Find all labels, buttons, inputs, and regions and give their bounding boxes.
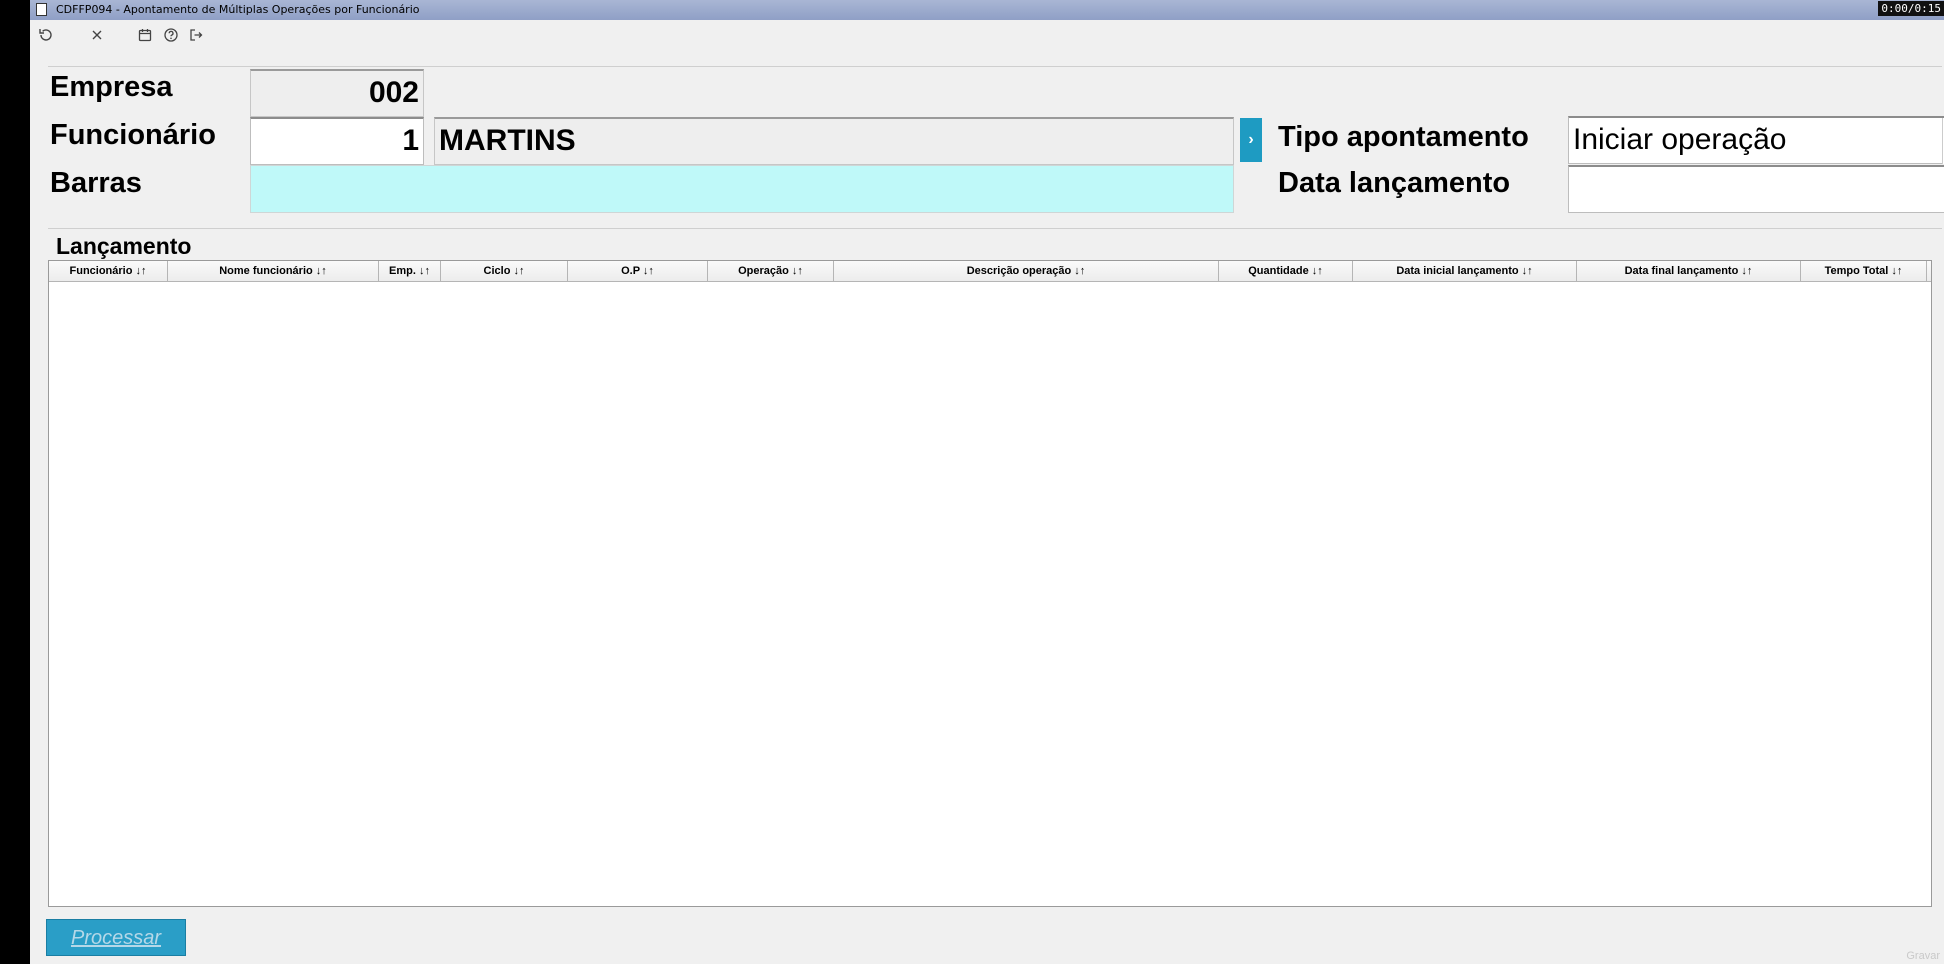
- gravar-button[interactable]: Gravar: [1906, 950, 1940, 962]
- column-header-emp[interactable]: Emp. ↓↑: [379, 261, 441, 282]
- data-lancamento-input[interactable]: [1568, 165, 1944, 213]
- column-header-descricao-operacao[interactable]: Descrição operação ↓↑: [834, 261, 1219, 282]
- close-icon[interactable]: [88, 27, 106, 45]
- app-window: CDFFP094 - Apontamento de Múltiplas Oper…: [30, 0, 1944, 964]
- column-header-nome-funcionario[interactable]: Nome funcionário ↓↑: [168, 261, 379, 282]
- column-header-funcionario[interactable]: Funcionário ↓↑: [49, 261, 168, 282]
- tipo-apontamento-value: Iniciar operação: [1573, 123, 1787, 156]
- exit-icon[interactable]: [187, 27, 205, 45]
- column-header-filler: [1927, 261, 1931, 282]
- refresh-icon[interactable]: [37, 27, 55, 45]
- column-header-operacao[interactable]: Operação ↓↑: [708, 261, 834, 282]
- column-header-ciclo[interactable]: Ciclo ↓↑: [441, 261, 568, 282]
- data-lancamento-label: Data lançamento: [1278, 167, 1511, 199]
- separator: [48, 228, 1942, 229]
- help-icon[interactable]: [162, 27, 180, 45]
- empresa-field[interactable]: 002: [250, 69, 424, 117]
- funcionario-name-field: MARTINS: [434, 117, 1234, 165]
- separator: [48, 66, 1942, 67]
- timer-badge: 0:00/0:15: [1878, 1, 1944, 16]
- calendar-icon[interactable]: [136, 27, 154, 45]
- funcionario-label: Funcionário: [50, 119, 216, 151]
- funcionario-lookup-button[interactable]: ›: [1240, 118, 1262, 162]
- toolbar: [30, 20, 1944, 52]
- column-header-data-final[interactable]: Data final lançamento ↓↑: [1577, 261, 1801, 282]
- app-icon: [36, 3, 47, 16]
- barras-input[interactable]: [250, 165, 1234, 213]
- column-header-quantidade[interactable]: Quantidade ↓↑: [1219, 261, 1353, 282]
- column-header-tempo-total[interactable]: Tempo Total ↓↑: [1801, 261, 1927, 282]
- section-title: Lançamento: [56, 233, 192, 259]
- window-title: CDFFP094 - Apontamento de Múltiplas Oper…: [56, 3, 420, 16]
- funcionario-code-field[interactable]: 1: [250, 117, 424, 165]
- lancamento-grid[interactable]: Funcionário ↓↑ Nome funcionário ↓↑ Emp. …: [48, 260, 1932, 907]
- empresa-label: Empresa: [50, 71, 173, 103]
- tipo-apontamento-select[interactable]: Iniciar operação ▾: [1568, 116, 1944, 164]
- processar-button[interactable]: Processar: [46, 919, 186, 956]
- title-bar: CDFFP094 - Apontamento de Múltiplas Oper…: [30, 0, 1944, 20]
- column-header-data-inicial[interactable]: Data inicial lançamento ↓↑: [1353, 261, 1577, 282]
- barras-label: Barras: [50, 167, 142, 199]
- tipo-apontamento-label: Tipo apontamento: [1278, 121, 1529, 153]
- column-header-op[interactable]: O.P ↓↑: [568, 261, 708, 282]
- grid-header: Funcionário ↓↑ Nome funcionário ↓↑ Emp. …: [49, 261, 1931, 282]
